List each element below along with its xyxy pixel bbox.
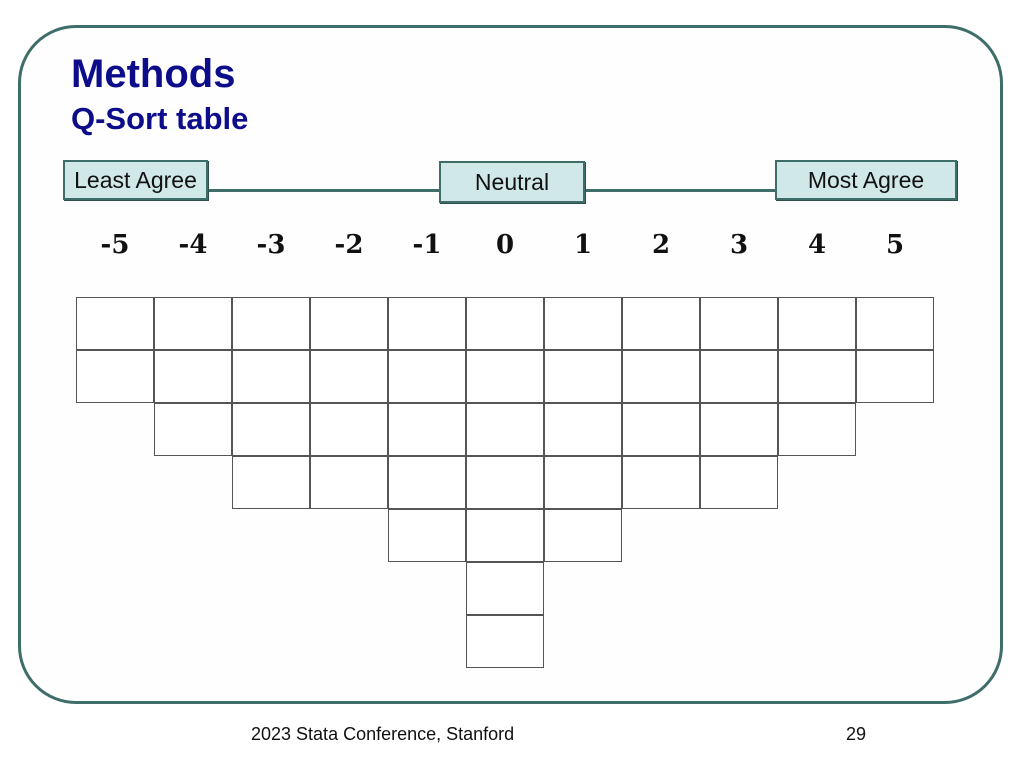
- qsort-cell[interactable]: [622, 456, 700, 509]
- qsort-cell[interactable]: [778, 350, 856, 403]
- qsort-cell[interactable]: [310, 403, 388, 456]
- column-label: 1: [573, 230, 593, 260]
- qsort-cell[interactable]: [76, 297, 154, 350]
- qsort-cell[interactable]: [466, 456, 544, 509]
- qsort-cell[interactable]: [778, 297, 856, 350]
- qsort-cell[interactable]: [388, 509, 466, 562]
- page-number: 29: [846, 724, 867, 744]
- qsort-cell[interactable]: [388, 456, 466, 509]
- qsort-cell[interactable]: [388, 297, 466, 350]
- qsort-cell[interactable]: [622, 403, 700, 456]
- qsort-cell[interactable]: [466, 509, 544, 562]
- least-agree-label: Least Agree: [63, 160, 208, 200]
- column-label: 0: [495, 230, 515, 260]
- qsort-cell[interactable]: [466, 403, 544, 456]
- column-label: 3: [729, 230, 749, 260]
- qsort-cell[interactable]: [232, 297, 310, 350]
- qsort-cell[interactable]: [466, 350, 544, 403]
- most-agree-label: Most Agree: [775, 160, 957, 200]
- qsort-cell[interactable]: [856, 350, 934, 403]
- qsort-cell[interactable]: [700, 456, 778, 509]
- neutral-label: Neutral: [439, 161, 585, 203]
- qsort-cell[interactable]: [622, 297, 700, 350]
- column-label: 4: [807, 230, 827, 260]
- qsort-cell[interactable]: [232, 350, 310, 403]
- qsort-cell[interactable]: [232, 456, 310, 509]
- qsort-cell[interactable]: [544, 297, 622, 350]
- qsort-cell[interactable]: [700, 403, 778, 456]
- qsort-cell[interactable]: [622, 350, 700, 403]
- qsort-cell[interactable]: [544, 403, 622, 456]
- qsort-cell[interactable]: [466, 562, 544, 615]
- qsort-cell[interactable]: [544, 509, 622, 562]
- column-label: 2: [651, 230, 671, 260]
- qsort-cell[interactable]: [310, 456, 388, 509]
- qsort-cell[interactable]: [388, 403, 466, 456]
- slide-subtitle: Q-Sort table: [71, 101, 249, 136]
- qsort-cell[interactable]: [544, 350, 622, 403]
- qsort-cell[interactable]: [154, 403, 232, 456]
- qsort-cell[interactable]: [76, 350, 154, 403]
- qsort-cell[interactable]: [700, 297, 778, 350]
- footer-text: 2023 Stata Conference, Stanford: [251, 724, 515, 744]
- qsort-cell[interactable]: [388, 350, 466, 403]
- column-label: -3: [256, 230, 286, 260]
- column-label: -2: [334, 230, 364, 260]
- qsort-cell[interactable]: [700, 350, 778, 403]
- column-label: -4: [178, 230, 208, 260]
- column-label: -5: [100, 230, 130, 260]
- qsort-cell[interactable]: [466, 615, 544, 668]
- qsort-cell[interactable]: [232, 403, 310, 456]
- qsort-cell[interactable]: [310, 297, 388, 350]
- qsort-cell[interactable]: [466, 297, 544, 350]
- qsort-cell[interactable]: [778, 403, 856, 456]
- qsort-cell[interactable]: [856, 297, 934, 350]
- qsort-cell[interactable]: [310, 350, 388, 403]
- qsort-cell[interactable]: [154, 297, 232, 350]
- column-label: -1: [412, 230, 442, 260]
- slide-title: Methods: [71, 52, 236, 96]
- qsort-cell[interactable]: [544, 456, 622, 509]
- qsort-cell[interactable]: [154, 350, 232, 403]
- column-label: 5: [885, 230, 905, 260]
